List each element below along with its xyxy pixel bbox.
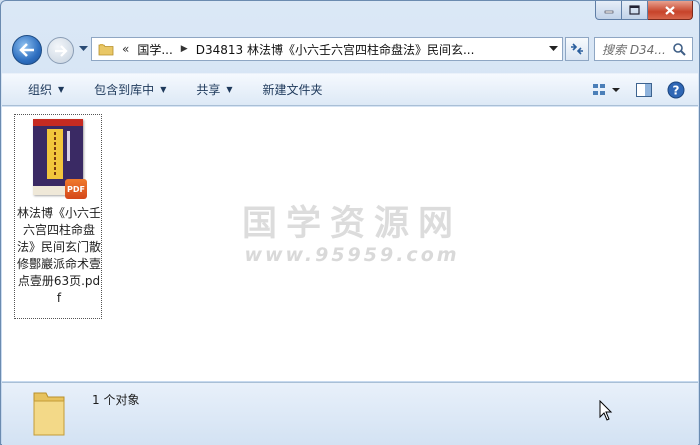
folder-large-icon (33, 392, 65, 436)
file-list-pane[interactable]: PDF 林法博《小六壬六宫四柱命盘法》民间玄门散修酆巖派命术壹点壹册63页.pd… (2, 107, 698, 381)
preview-pane-button[interactable] (632, 78, 656, 102)
forward-button[interactable] (47, 37, 74, 64)
watermark-url: www.95959.com (244, 244, 460, 266)
close-button[interactable] (648, 1, 693, 20)
new-folder-label: 新建文件夹 (262, 83, 323, 97)
svg-text:?: ? (673, 84, 680, 98)
details-pane: 1 个对象 (2, 382, 698, 445)
breadcrumb-separator-icon[interactable]: ▶ (181, 44, 188, 54)
file-name-label: 林法博《小六壬六宫四柱命盘法》民间玄门散修酆巖派命术壹点壹册63页.pdf (17, 206, 102, 305)
maximize-button[interactable] (622, 1, 648, 20)
file-item-pdf[interactable]: PDF 林法博《小六壬六宫四柱命盘法》民间玄门散修酆巖派命术壹点壹册63页.pd… (14, 114, 102, 319)
breadcrumb-overflow[interactable]: « (122, 42, 129, 56)
navigation-bar: « 国学... ▶ D34813 林法博《小六壬六宫四柱命盘法》民间玄... 搜… (9, 34, 693, 68)
recent-pages-dropdown[interactable] (79, 46, 88, 52)
folder-icon (98, 43, 114, 55)
maximize-icon (629, 5, 640, 15)
command-bar: 组织 ▼ 包含到库中 ▼ 共享 ▼ 新建文件夹 ? (2, 73, 698, 106)
refresh-icon (571, 43, 583, 55)
organize-label: 组织 (28, 83, 53, 97)
organize-menu[interactable]: 组织 ▼ (2, 78, 76, 102)
chevron-down-icon: ▼ (226, 85, 233, 94)
caption-buttons (595, 1, 693, 20)
new-folder-button[interactable]: 新建文件夹 (251, 78, 335, 102)
close-icon (665, 5, 675, 15)
search-input[interactable]: 搜索 D34... (594, 37, 693, 61)
chevron-down-icon: ▼ (58, 85, 65, 94)
address-bar[interactable]: « 国学... ▶ D34813 林法博《小六壬六宫四柱命盘法》民间玄... (91, 37, 563, 61)
change-view-button[interactable] (590, 78, 624, 102)
chevron-down-icon: ▼ (160, 85, 167, 94)
mouse-cursor-icon (599, 400, 613, 421)
pdf-thumbnail: PDF (33, 119, 87, 199)
help-button[interactable]: ? (664, 78, 688, 102)
minimize-button[interactable] (595, 1, 622, 20)
address-dropdown-icon[interactable] (549, 46, 558, 52)
back-button[interactable] (12, 35, 42, 65)
arrow-right-icon (54, 44, 68, 57)
item-count: 1 个对象 (92, 393, 140, 407)
arrow-left-icon (19, 43, 34, 57)
explorer-window: « 国学... ▶ D34813 林法博《小六壬六宫四柱命盘法》民间玄... 搜… (0, 0, 700, 445)
breadcrumb-item-2[interactable]: D34813 林法博《小六壬六宫四柱命盘法》民间玄... (196, 41, 475, 58)
minimize-icon (604, 10, 613, 14)
include-in-library-menu[interactable]: 包含到库中 ▼ (82, 78, 178, 102)
share-menu[interactable]: 共享 ▼ (184, 78, 244, 102)
watermark-title: 国学资源网 (241, 204, 462, 244)
preview-pane-icon (636, 83, 652, 97)
watermark: 国学资源网 www.95959.com (232, 195, 472, 266)
breadcrumb-item-1[interactable]: 国学... (137, 41, 172, 58)
search-placeholder: 搜索 D34... (602, 42, 666, 57)
view-options-icon (593, 84, 620, 95)
refresh-button[interactable] (565, 37, 589, 61)
share-label: 共享 (196, 83, 221, 97)
include-in-library-label: 包含到库中 (94, 83, 155, 97)
search-icon (673, 43, 686, 56)
help-icon: ? (667, 81, 685, 99)
view-controls: ? (582, 78, 688, 102)
pdf-badge-icon: PDF (65, 179, 87, 199)
